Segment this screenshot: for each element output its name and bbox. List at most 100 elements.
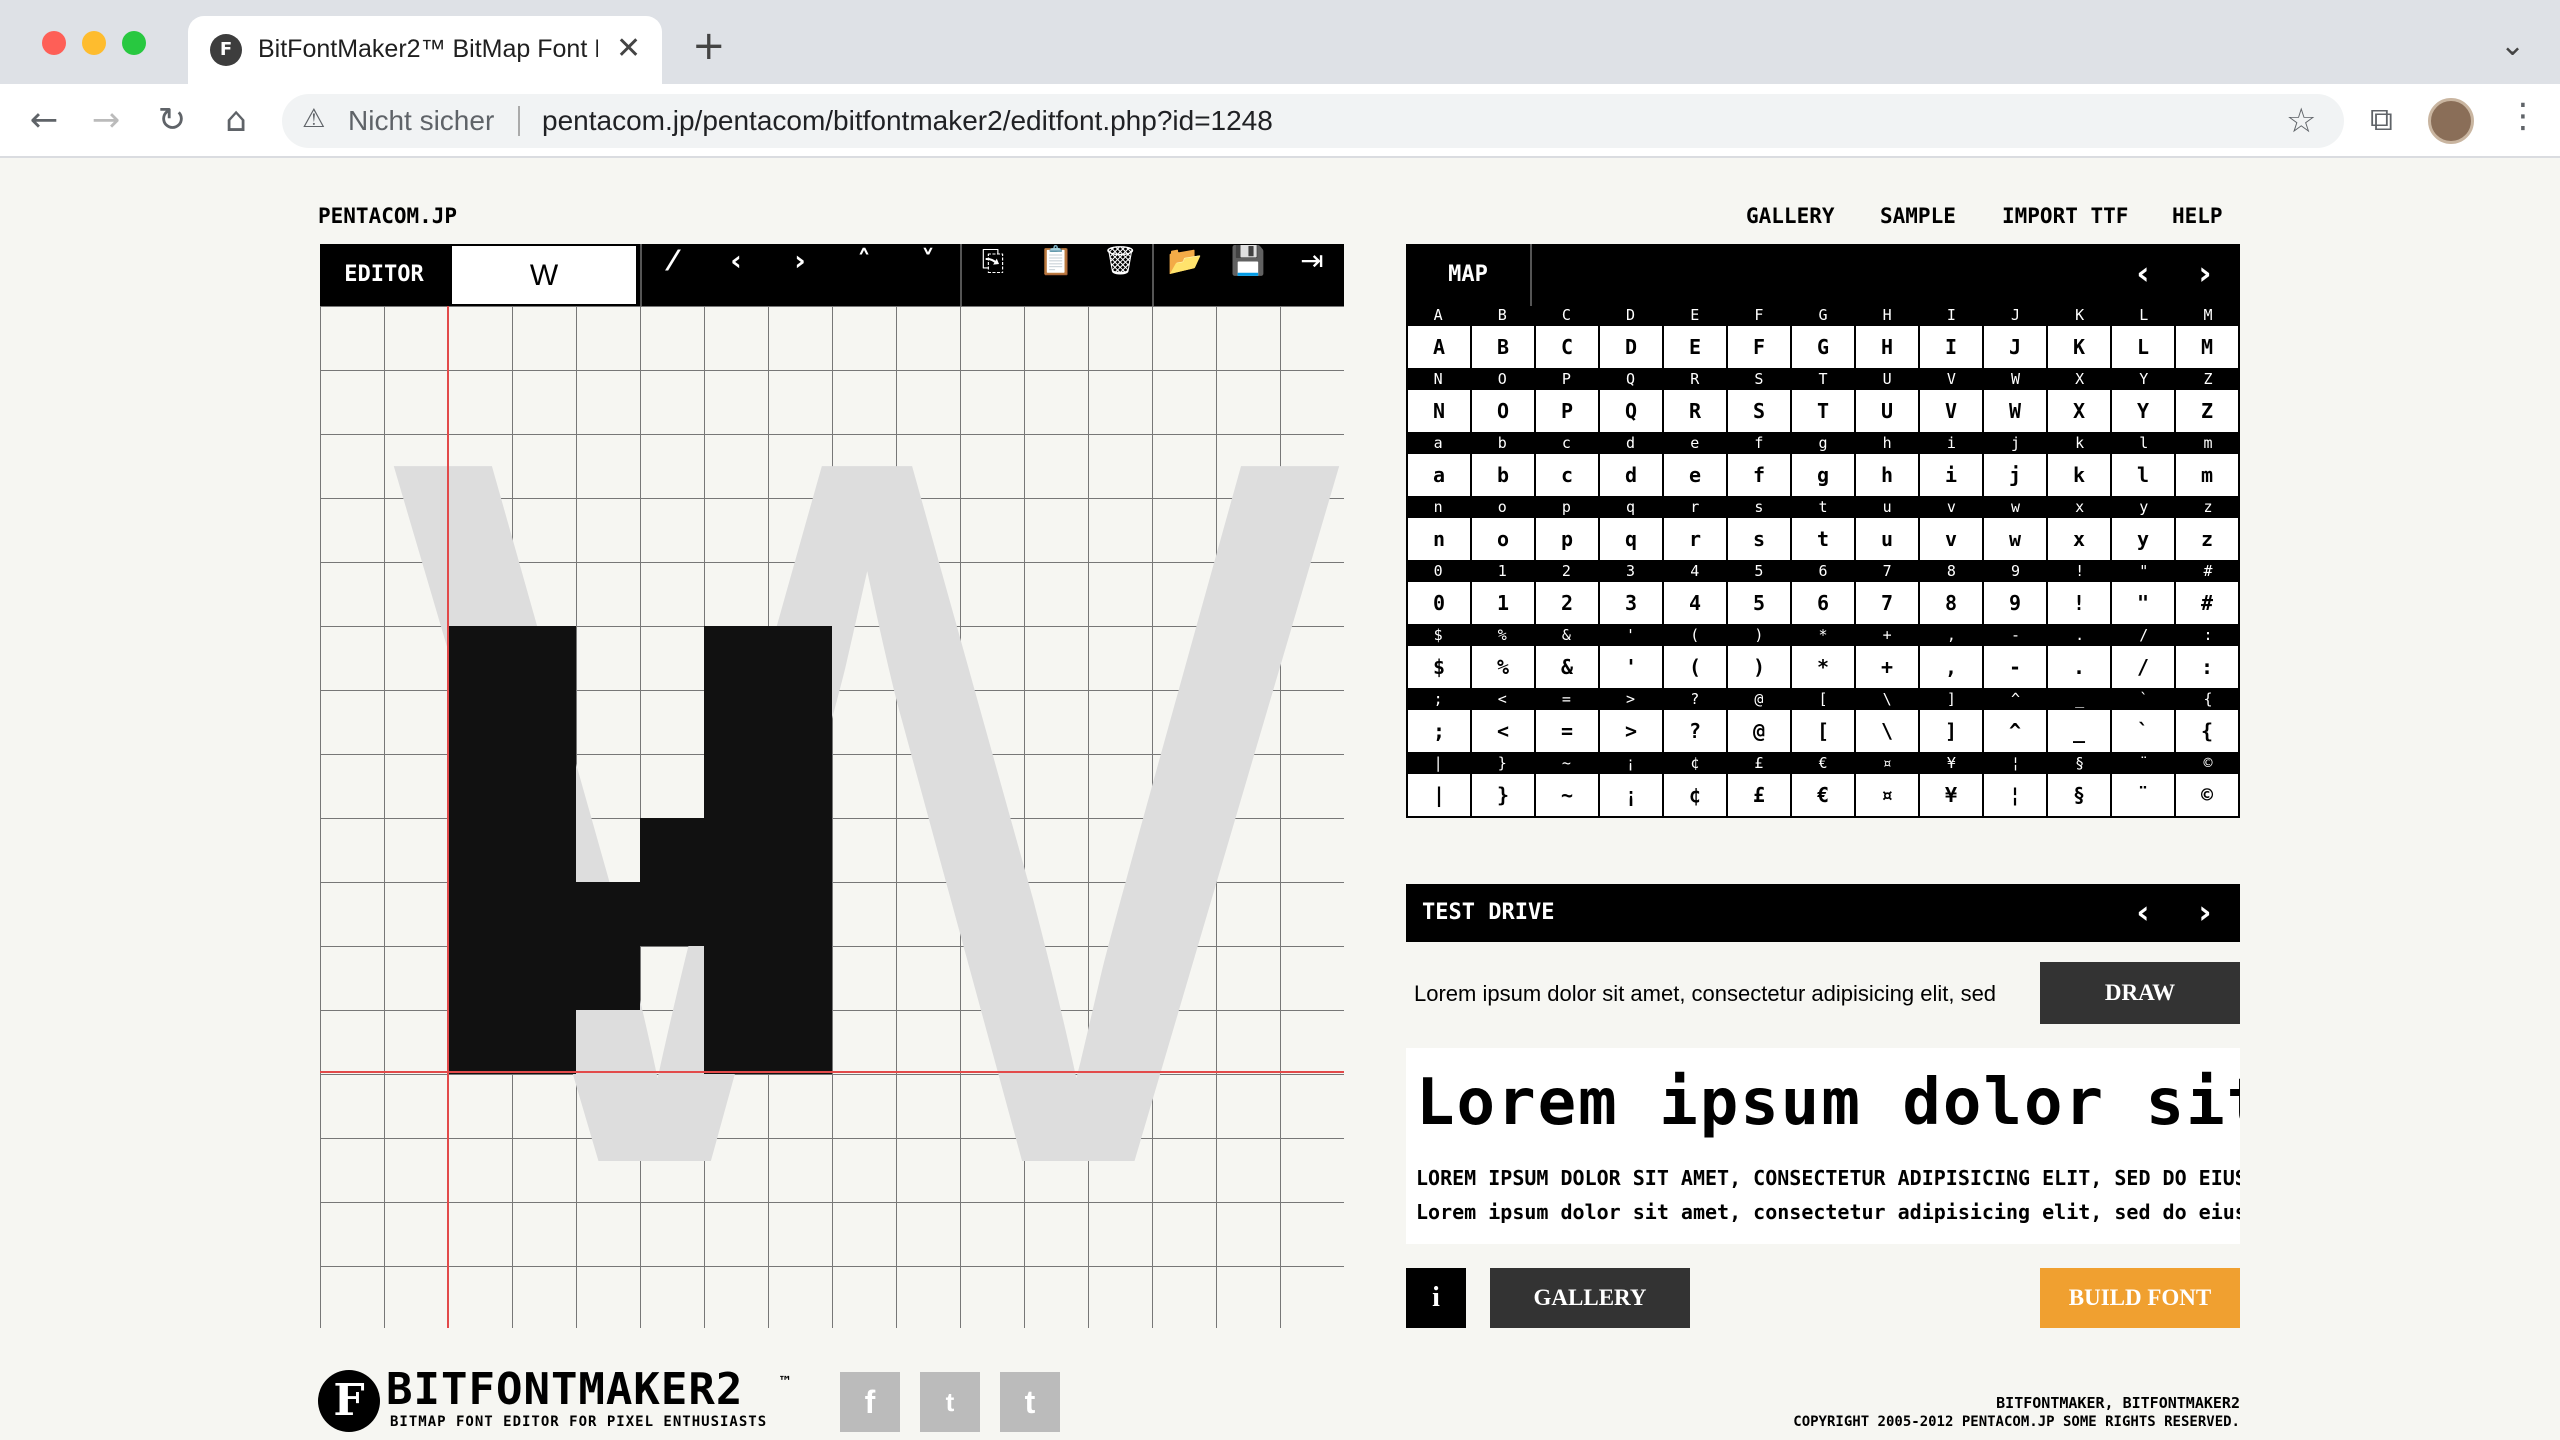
filled-pixel[interactable] — [512, 1010, 576, 1074]
map-glyph-cell[interactable]: ; — [1408, 710, 1470, 752]
browser-tab[interactable]: F BitFontMaker2™ BitMap Font Editor ✕ — [188, 16, 662, 84]
map-prev-icon[interactable]: ‹ — [2118, 244, 2168, 306]
info-button[interactable]: i — [1406, 1268, 1466, 1328]
open-folder-icon[interactable]: 📂 — [1152, 244, 1216, 306]
map-glyph-cell[interactable]: % — [1472, 646, 1534, 688]
map-next-icon[interactable]: › — [2180, 244, 2230, 306]
map-glyph-cell[interactable]: ~ — [1536, 774, 1598, 816]
save-icon[interactable]: 💾 — [1216, 244, 1280, 306]
filled-pixel[interactable] — [576, 946, 640, 1010]
filled-pixel[interactable] — [768, 626, 832, 690]
map-glyph-cell[interactable]: ' — [1600, 646, 1662, 688]
map-glyph-cell[interactable]: A — [1408, 326, 1470, 368]
map-glyph-cell[interactable]: $ — [1408, 646, 1470, 688]
filled-pixel[interactable] — [512, 818, 576, 882]
new-tab-icon[interactable]: + — [692, 26, 726, 66]
logo-wordmark[interactable]: BITFONTMAKER2 — [386, 1366, 743, 1414]
export-icon[interactable]: ⇥ — [1280, 244, 1344, 306]
map-glyph-cell[interactable]: J — [1984, 326, 2046, 368]
map-glyph-cell[interactable]: ^ — [1984, 710, 2046, 752]
security-label[interactable]: Nicht sicher — [348, 105, 494, 137]
map-glyph-cell[interactable]: 2 — [1536, 582, 1598, 624]
filled-pixel[interactable] — [704, 882, 768, 946]
map-glyph-cell[interactable]: Q — [1600, 390, 1662, 432]
map-glyph-cell[interactable]: p — [1536, 518, 1598, 560]
map-glyph-cell[interactable]: ¡ — [1600, 774, 1662, 816]
map-glyph-cell[interactable]: [ — [1792, 710, 1854, 752]
map-glyph-cell[interactable]: 5 — [1728, 582, 1790, 624]
map-glyph-cell[interactable]: 7 — [1856, 582, 1918, 624]
map-glyph-cell[interactable]: x — [2048, 518, 2110, 560]
filled-pixel[interactable] — [640, 818, 704, 882]
map-glyph-cell[interactable]: - — [1984, 646, 2046, 688]
tab-close-icon[interactable]: ✕ — [616, 32, 641, 66]
map-glyph-cell[interactable]: 3 — [1600, 582, 1662, 624]
filled-pixel[interactable] — [448, 882, 512, 946]
map-glyph-cell[interactable]: X — [2048, 390, 2110, 432]
map-glyph-cell[interactable]: g — [1792, 454, 1854, 496]
map-glyph-cell[interactable]: u — [1856, 518, 1918, 560]
shift-down-icon[interactable]: ˅ — [896, 244, 960, 306]
map-glyph-cell[interactable]: < — [1472, 710, 1534, 752]
window-close-dot[interactable] — [42, 31, 66, 55]
current-char-field[interactable]: W — [450, 244, 638, 306]
map-glyph-cell[interactable]: h — [1856, 454, 1918, 496]
map-glyph-cell[interactable]: d — [1600, 454, 1662, 496]
map-glyph-cell[interactable]: ¥ — [1920, 774, 1982, 816]
map-glyph-cell[interactable]: ! — [2048, 582, 2110, 624]
filled-pixel[interactable] — [768, 1010, 832, 1074]
map-glyph-cell[interactable]: j — [1984, 454, 2046, 496]
map-glyph-cell[interactable]: o — [1472, 518, 1534, 560]
map-glyph-cell[interactable]: H — [1856, 326, 1918, 368]
map-glyph-cell[interactable]: 4 — [1664, 582, 1726, 624]
map-glyph-cell[interactable]: _ — [2048, 710, 2110, 752]
filled-pixel[interactable] — [448, 626, 512, 690]
map-glyph-cell[interactable]: ( — [1664, 646, 1726, 688]
map-glyph-cell[interactable]: b — [1472, 454, 1534, 496]
map-glyph-cell[interactable]: S — [1728, 390, 1790, 432]
window-minimize-dot[interactable] — [82, 31, 106, 55]
test-drive-prev-icon[interactable]: ‹ — [2118, 884, 2168, 946]
map-glyph-cell[interactable]: M — [2176, 326, 2238, 368]
map-glyph-cell[interactable]: K — [2048, 326, 2110, 368]
draw-button[interactable]: DRAW — [2040, 962, 2240, 1024]
reload-icon[interactable]: ↻ — [150, 98, 194, 142]
filled-pixel[interactable] — [640, 882, 704, 946]
forward-icon[interactable]: → — [84, 98, 128, 142]
map-glyph-cell[interactable]: 1 — [1472, 582, 1534, 624]
map-glyph-cell[interactable]: : — [2176, 646, 2238, 688]
filled-pixel[interactable] — [768, 882, 832, 946]
map-glyph-cell[interactable]: q — [1600, 518, 1662, 560]
map-glyph-cell[interactable]: 0 — [1408, 582, 1470, 624]
home-icon[interactable]: ⌂ — [214, 98, 258, 142]
map-glyph-cell[interactable]: i — [1920, 454, 1982, 496]
tab-search-icon[interactable]: ⌄ — [2500, 28, 2525, 63]
filled-pixel[interactable] — [512, 946, 576, 1010]
back-icon[interactable]: ← — [22, 98, 66, 142]
filled-pixel[interactable] — [704, 690, 768, 754]
map-glyph-cell[interactable]: ] — [1920, 710, 1982, 752]
build-font-button[interactable]: BUILD FONT — [2040, 1268, 2240, 1328]
map-glyph-cell[interactable]: L — [2112, 326, 2174, 368]
map-glyph-cell[interactable]: \ — [1856, 710, 1918, 752]
filled-pixel[interactable] — [576, 882, 640, 946]
map-glyph-cell[interactable]: D — [1600, 326, 1662, 368]
nav-help[interactable]: HELP — [2172, 204, 2223, 228]
map-glyph-cell[interactable]: § — [2048, 774, 2110, 816]
map-glyph-cell[interactable]: m — [2176, 454, 2238, 496]
map-glyph-cell[interactable]: V — [1920, 390, 1982, 432]
map-glyph-cell[interactable]: ¤ — [1856, 774, 1918, 816]
filled-pixel[interactable] — [512, 882, 576, 946]
filled-pixel[interactable] — [448, 690, 512, 754]
map-glyph-cell[interactable]: e — [1664, 454, 1726, 496]
map-glyph-cell[interactable]: B — [1472, 326, 1534, 368]
map-glyph-cell[interactable]: Z — [2176, 390, 2238, 432]
map-glyph-cell[interactable]: Y — [2112, 390, 2174, 432]
map-glyph-cell[interactable]: ` — [2112, 710, 2174, 752]
map-glyph-cell[interactable]: / — [2112, 646, 2174, 688]
map-glyph-cell[interactable]: T — [1792, 390, 1854, 432]
map-glyph-cell[interactable]: v — [1920, 518, 1982, 560]
trash-icon[interactable]: 🗑 — [1088, 244, 1152, 306]
map-glyph-cell[interactable]: F — [1728, 326, 1790, 368]
map-glyph-cell[interactable]: ¦ — [1984, 774, 2046, 816]
